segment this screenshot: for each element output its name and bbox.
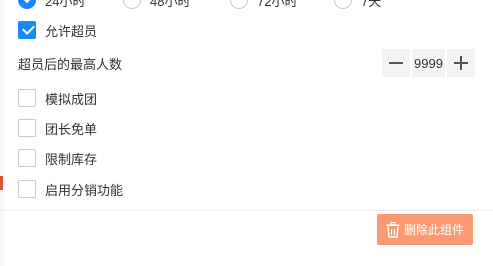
- radio-72h[interactable]: 72小时: [230, 0, 297, 9]
- footer-divider: [0, 210, 493, 211]
- simulate-group-checkbox[interactable]: [18, 89, 36, 107]
- minus-icon: [389, 62, 403, 64]
- radio-circle[interactable]: [334, 0, 352, 9]
- radio-48h[interactable]: 48小时: [123, 0, 190, 9]
- radio-label: 48小时: [150, 0, 191, 9]
- distribution-checkbox[interactable]: [18, 180, 36, 198]
- distribution-label: 启用分销功能: [45, 182, 124, 198]
- option-limit-stock-row[interactable]: 限制库存: [18, 149, 97, 167]
- delete-component-button[interactable]: 删除此组件: [377, 214, 473, 245]
- option-distribution-row[interactable]: 启用分销功能: [18, 180, 123, 198]
- limit-stock-checkbox[interactable]: [18, 149, 36, 167]
- duration-radio-group: 24小时 48小时 72小时 7天: [18, 0, 488, 9]
- radio-label: 24小时: [45, 0, 86, 9]
- left-edge-strip: [0, 0, 4, 266]
- radio-7d[interactable]: 7天: [334, 0, 381, 9]
- radio-circle[interactable]: [123, 0, 141, 9]
- increment-button[interactable]: [447, 49, 475, 77]
- max-people-stepper: [382, 49, 475, 77]
- option-leader-free-row[interactable]: 团长免单: [18, 119, 97, 137]
- radio-circle[interactable]: [18, 0, 36, 9]
- max-people-label: 超员后的最高人数: [18, 57, 123, 72]
- trash-icon: [386, 221, 400, 238]
- limit-stock-label: 限制库存: [45, 151, 98, 167]
- option-simulate-group-row[interactable]: 模拟成团: [18, 89, 97, 107]
- component-settings-panel: { "time_options": [ {"label": "24小时", "c…: [0, 0, 493, 266]
- allow-overflow-label: 允许超员: [45, 23, 98, 39]
- radio-label: 7天: [361, 0, 382, 9]
- leader-free-checkbox[interactable]: [18, 119, 36, 137]
- radio-label: 72小时: [257, 0, 298, 9]
- radio-24h[interactable]: 24小时: [18, 0, 85, 9]
- decrement-button[interactable]: [382, 49, 410, 77]
- simulate-group-label: 模拟成团: [45, 91, 98, 107]
- leader-free-label: 团长免单: [45, 121, 98, 137]
- allow-overflow-checkbox-row[interactable]: 允许超员: [18, 21, 97, 39]
- allow-overflow-checkbox[interactable]: [18, 21, 36, 39]
- edge-marker: [0, 176, 3, 190]
- max-people-input[interactable]: [412, 49, 445, 77]
- plus-icon: [460, 56, 462, 70]
- radio-circle[interactable]: [230, 0, 248, 9]
- delete-button-label: 删除此组件: [403, 223, 464, 237]
